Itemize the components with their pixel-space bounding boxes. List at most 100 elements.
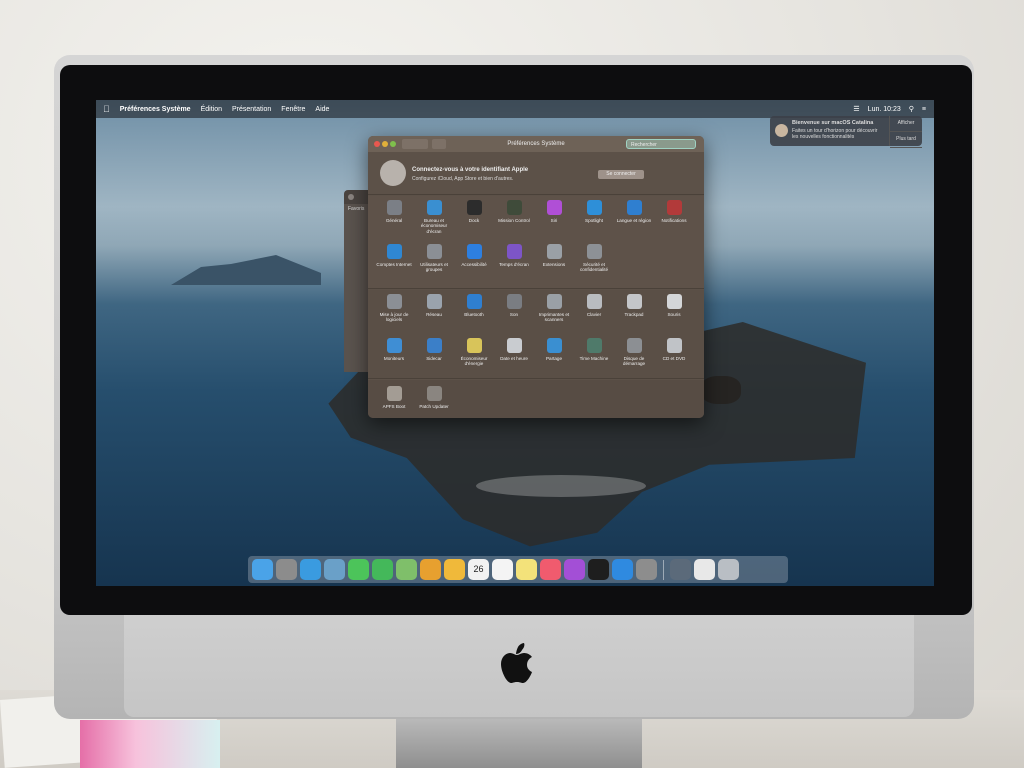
dock-safari-icon[interactable] <box>300 559 321 580</box>
dock-system-preferences-icon[interactable] <box>636 559 657 580</box>
dock-stickies-icon[interactable] <box>516 559 537 580</box>
pref-pane-cd-dvd[interactable]: CD et DVD <box>654 338 694 361</box>
pref-pane-dock[interactable]: Dock <box>454 200 494 223</box>
pref-pane-mouse[interactable]: Souris <box>654 294 694 317</box>
pref-pane-label: Langue et région <box>616 218 652 223</box>
dock-separator <box>663 559 664 580</box>
apfs-boot-icon <box>386 386 402 401</box>
pref-pane-label: Spotlight <box>585 218 603 223</box>
pref-pane-mission-control[interactable]: Mission Control <box>494 200 534 223</box>
users-icon <box>426 244 442 259</box>
pref-pane-label: Moniteurs <box>383 356 405 361</box>
pref-pane-energy-saver[interactable]: Économiseur d'énergie <box>454 338 494 367</box>
dock-notes-icon[interactable] <box>444 559 465 580</box>
pref-pane-screen-time[interactable]: Temps d'écran <box>494 244 534 267</box>
apple-id-banner: Connectez-vous à votre identifiant Apple… <box>368 154 704 195</box>
finder-close-button[interactable] <box>348 194 354 200</box>
dock-finder-icon[interactable] <box>252 559 273 580</box>
pref-pane-spotlight[interactable]: Spotlight <box>574 200 614 223</box>
notification-app-icon <box>775 124 788 137</box>
notification-later-button[interactable]: Plus tard <box>890 132 922 148</box>
pref-pane-displays[interactable]: Moniteurs <box>374 338 414 361</box>
menu-presentation[interactable]: Présentation <box>227 106 276 113</box>
dock-reminders-icon[interactable] <box>492 559 513 580</box>
dock-maps-icon[interactable] <box>396 559 417 580</box>
pref-pane-accessibility[interactable]: Accessibilité <box>454 244 494 267</box>
pref-pane-patch-updater[interactable]: Patch Updater <box>414 386 454 409</box>
dock-photos-icon[interactable] <box>420 559 441 580</box>
pref-pane-startup-disk[interactable]: Disque de démarrage <box>614 338 654 367</box>
spotlight-search-icon[interactable]: ⚲ <box>909 105 914 113</box>
software-update-icon <box>386 294 402 309</box>
pref-pane-keyboard[interactable]: Clavier <box>574 294 614 317</box>
pref-pane-label: Extensions <box>542 262 566 267</box>
menu-app-name[interactable]: Préférences Système <box>115 106 196 113</box>
wallpaper-island-far <box>171 255 321 285</box>
sign-in-button[interactable]: Se connecter <box>598 170 644 179</box>
dock-facetime-icon[interactable] <box>372 559 393 580</box>
pref-pane-label: Notifications <box>661 218 687 223</box>
dock-music-icon[interactable] <box>540 559 561 580</box>
pref-pane-sound[interactable]: Son <box>494 294 534 317</box>
pref-pane-users[interactable]: Utilisateurs et groupes <box>414 244 454 273</box>
pref-pane-trackpad[interactable]: Trackpad <box>614 294 654 317</box>
pref-pane-label: Accessibilité <box>461 262 487 267</box>
pref-pane-printers[interactable]: Imprimantes et scanners <box>534 294 574 323</box>
pref-pane-label: APFS Boot <box>382 404 406 409</box>
dock-podcasts-icon[interactable] <box>564 559 585 580</box>
pref-pane-network[interactable]: Réseau <box>414 294 454 317</box>
dock-messages-icon[interactable] <box>348 559 369 580</box>
dock-photo-booth-icon[interactable] <box>324 559 345 580</box>
dock-app-store-icon[interactable] <box>612 559 633 580</box>
network-icon <box>426 294 442 309</box>
magazine <box>80 720 220 768</box>
menu-edition[interactable]: Édition <box>196 106 227 113</box>
pref-pane-label: Économiseur d'énergie <box>460 356 488 367</box>
printers-icon <box>546 294 562 309</box>
pref-pane-extensions[interactable]: Extensions <box>534 244 574 267</box>
dock-document-icon[interactable] <box>694 559 715 580</box>
notification-show-button[interactable]: Afficher <box>890 116 922 132</box>
imac-stand <box>396 712 642 768</box>
pref-pane-bluetooth[interactable]: Bluetooth <box>454 294 494 317</box>
screen:  Préférences Système Édition Présentati… <box>96 100 934 586</box>
dock-launchpad-icon[interactable] <box>276 559 297 580</box>
pref-pane-sidecar[interactable]: Sidecar <box>414 338 454 361</box>
pref-pane-desktop[interactable]: Bureau et économiseur d'écran <box>414 200 454 234</box>
pref-pane-language[interactable]: Langue et région <box>614 200 654 223</box>
pref-pane-label: Utilisateurs et groupes <box>420 262 448 273</box>
notification-title: Bienvenue sur macOS Catalina <box>792 120 874 126</box>
menu-window[interactable]: Fenêtre <box>276 106 310 113</box>
pref-pane-sharing[interactable]: Partage <box>534 338 574 361</box>
pref-pane-siri[interactable]: Siri <box>534 200 574 223</box>
pref-pane-software-update[interactable]: Mise à jour de logiciels <box>374 294 414 323</box>
dock-trash-icon[interactable] <box>718 559 739 580</box>
dock-calendar-icon[interactable]: 26 <box>468 559 489 580</box>
pref-pane-label: Réseau <box>426 312 442 317</box>
mouse-icon <box>666 294 682 309</box>
pref-pane-notifications[interactable]: Notifications <box>654 200 694 223</box>
internet-accounts-icon <box>386 244 402 259</box>
patch-updater-icon <box>426 386 442 401</box>
wallpaper-foam <box>476 475 646 497</box>
wifi-icon[interactable]: ☰ <box>853 105 859 113</box>
pref-pane-apfs-boot[interactable]: APFS Boot <box>374 386 414 409</box>
pref-pane-label: Time Machine <box>579 356 609 361</box>
pref-pane-label: Sidecar <box>426 356 442 361</box>
welcome-notification[interactable]: Bienvenue sur macOS Catalina Faites un t… <box>770 116 922 148</box>
pref-pane-internet-accounts[interactable]: Comptes Internet <box>374 244 414 267</box>
dock-apple-tv-icon[interactable] <box>588 559 609 580</box>
menu-clock[interactable]: Lun. 10:23 <box>868 106 901 113</box>
menu-help[interactable]: Aide <box>310 106 334 113</box>
notification-center-icon[interactable]: ≡ <box>922 106 926 113</box>
apple-id-subtitle: Configurez iCloud, App Store et bien d'a… <box>412 176 514 182</box>
pref-pane-label: Temps d'écran <box>499 262 529 267</box>
pref-pane-date-time[interactable]: Date et heure <box>494 338 534 361</box>
apple-menu-icon[interactable]:  <box>96 104 115 114</box>
pref-pane-general[interactable]: Général <box>374 200 414 223</box>
prefs-search-input[interactable]: Rechercher <box>626 139 696 149</box>
dock-activity-icon[interactable] <box>670 559 691 580</box>
pref-pane-security[interactable]: Sécurité et confidentialité <box>574 244 614 273</box>
pref-pane-label: Dock <box>468 218 480 223</box>
pref-pane-time-machine[interactable]: Time Machine <box>574 338 614 361</box>
